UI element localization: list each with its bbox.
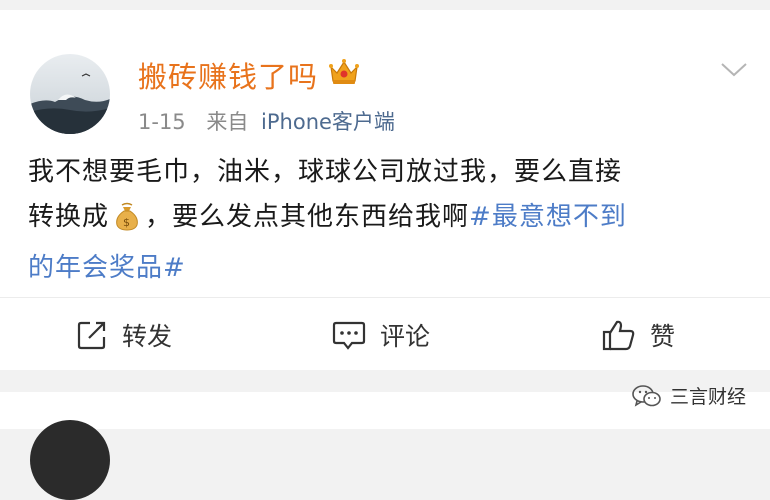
- thumbs-up-icon: [602, 320, 635, 351]
- content-text-after-emoji: ，要么发点其他东西给我啊: [145, 202, 470, 232]
- comment-label: 评论: [380, 322, 431, 351]
- comment-icon: [332, 321, 366, 350]
- crown-icon: [328, 57, 360, 94]
- next-post-avatar[interactable]: [30, 420, 110, 500]
- comment-button[interactable]: 评论: [332, 317, 430, 353]
- action-bar: 转发 评论 赞: [0, 310, 770, 360]
- content-line-1: 我不想要毛巾，油米，球球公司放过我，要么直接: [28, 157, 623, 187]
- post-content: 我不想要毛巾，油米，球球公司放过我，要么直接 转换成 $ ，要么发点其他东西给我…: [28, 150, 743, 291]
- repost-icon: [77, 321, 106, 350]
- post-source[interactable]: iPhone客户端: [261, 110, 395, 134]
- svg-text:$: $: [123, 216, 131, 229]
- hashtag-link-end[interactable]: 的年会奖品#: [28, 253, 186, 283]
- post-date: 1-15: [138, 110, 186, 134]
- repost-button[interactable]: 转发: [76, 317, 172, 353]
- username-text[interactable]: 搬砖赚钱了吗: [138, 54, 318, 96]
- watermark: 三言财经: [632, 382, 746, 409]
- content-text-before-emoji: 转换成: [28, 202, 110, 232]
- from-label: 来自: [206, 110, 249, 134]
- post-meta: 1-15 来自 iPhone客户端: [138, 106, 395, 136]
- like-label: 赞: [650, 322, 676, 351]
- watermark-text: 三言财经: [669, 386, 746, 408]
- avatar[interactable]: [30, 54, 110, 134]
- like-button[interactable]: 赞: [602, 317, 675, 353]
- repost-label: 转发: [122, 322, 173, 351]
- content-line-2: 转换成 $ ，要么发点其他东西给我啊#最意想不到: [28, 195, 743, 246]
- wechat-icon: [632, 384, 661, 407]
- hashtag-link-start[interactable]: #最意想不到: [469, 202, 627, 232]
- money-bag-icon: $: [113, 201, 141, 246]
- weibo-post-card: 搬砖赚钱了吗 1-15 来自 iPhone客户端 我不想要毛巾，油米，球球公司放…: [0, 10, 770, 370]
- divider: [0, 297, 770, 298]
- chevron-down-icon[interactable]: [720, 62, 748, 82]
- content-line-3: 的年会奖品#: [28, 246, 743, 291]
- username[interactable]: 搬砖赚钱了吗: [138, 54, 360, 96]
